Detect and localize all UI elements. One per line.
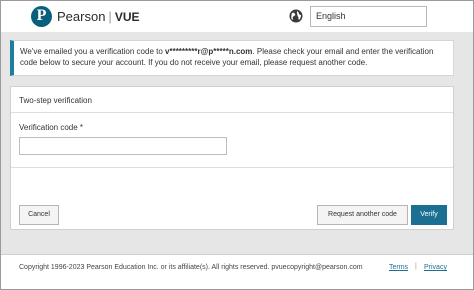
footer-separator: | [415,263,417,270]
request-another-code-button[interactable]: Request another code [317,205,408,225]
verification-code-input[interactable] [19,137,227,155]
verification-alert: We've emailed you a verification code to… [10,40,454,76]
brand-name: Pearson | VUE [57,9,140,24]
terms-link[interactable]: Terms [389,264,408,271]
verification-card: Two-step verification Verification code … [10,86,454,230]
page-footer: Copyright 1996-2023 Pearson Education In… [1,254,473,289]
cancel-button[interactable]: Cancel [19,205,59,225]
card-divider [11,167,453,168]
brand-pearson: Pearson [57,9,106,24]
privacy-link[interactable]: Privacy [424,264,447,271]
brand-separator: | [108,9,112,24]
copyright-text: Copyright 1996-2023 Pearson Education In… [19,264,363,271]
alert-email: v*********r@p*****n.com [165,47,253,56]
globe-icon[interactable] [289,9,303,23]
pearson-logo-icon[interactable]: P [31,6,52,27]
top-header: P Pearson | VUE English [1,1,473,32]
alert-text-before: We've emailed you a verification code to [20,47,166,56]
brand-vue: VUE [114,10,140,24]
language-select[interactable]: English [310,6,427,27]
card-title: Two-step verification [11,87,453,113]
verification-code-label: Verification code * [19,123,84,132]
verify-button[interactable]: Verify [411,205,447,225]
logo-letter: P [36,7,47,24]
